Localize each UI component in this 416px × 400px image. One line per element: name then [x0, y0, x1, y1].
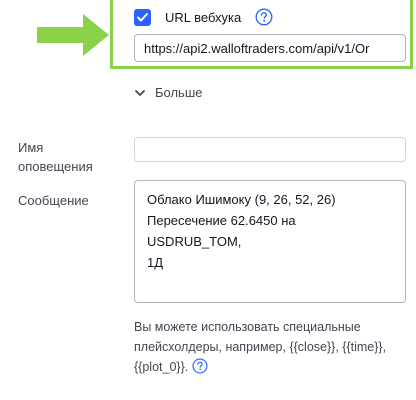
- webhook-label: URL вебхука: [165, 9, 242, 25]
- more-toggle[interactable]: Больше: [134, 85, 203, 100]
- alert-settings-panel: URL вебхука Больше Имя оповещения Сообще…: [0, 0, 416, 400]
- placeholder-hint: Вы можете использовать специальные плейс…: [134, 317, 412, 377]
- webhook-checkbox[interactable]: [134, 8, 151, 26]
- message-textarea[interactable]: Облако Ишимоку (9, 26, 52, 26) Пересечен…: [134, 180, 406, 303]
- hint-text: Вы можете использовать специальные плейс…: [134, 320, 387, 374]
- check-icon: [137, 12, 148, 21]
- webhook-row: URL вебхука: [134, 7, 273, 27]
- webhook-url-input[interactable]: [134, 34, 406, 62]
- more-label: Больше: [155, 85, 203, 100]
- question-circle-icon[interactable]: [255, 8, 273, 26]
- alert-name-input[interactable]: [134, 137, 406, 162]
- alert-name-label: Имя оповещения: [18, 140, 93, 174]
- question-circle-icon[interactable]: [192, 358, 208, 374]
- message-label: Сообщение: [18, 193, 89, 208]
- chevron-down-icon: [134, 87, 146, 99]
- green-arrow-icon: [37, 14, 109, 56]
